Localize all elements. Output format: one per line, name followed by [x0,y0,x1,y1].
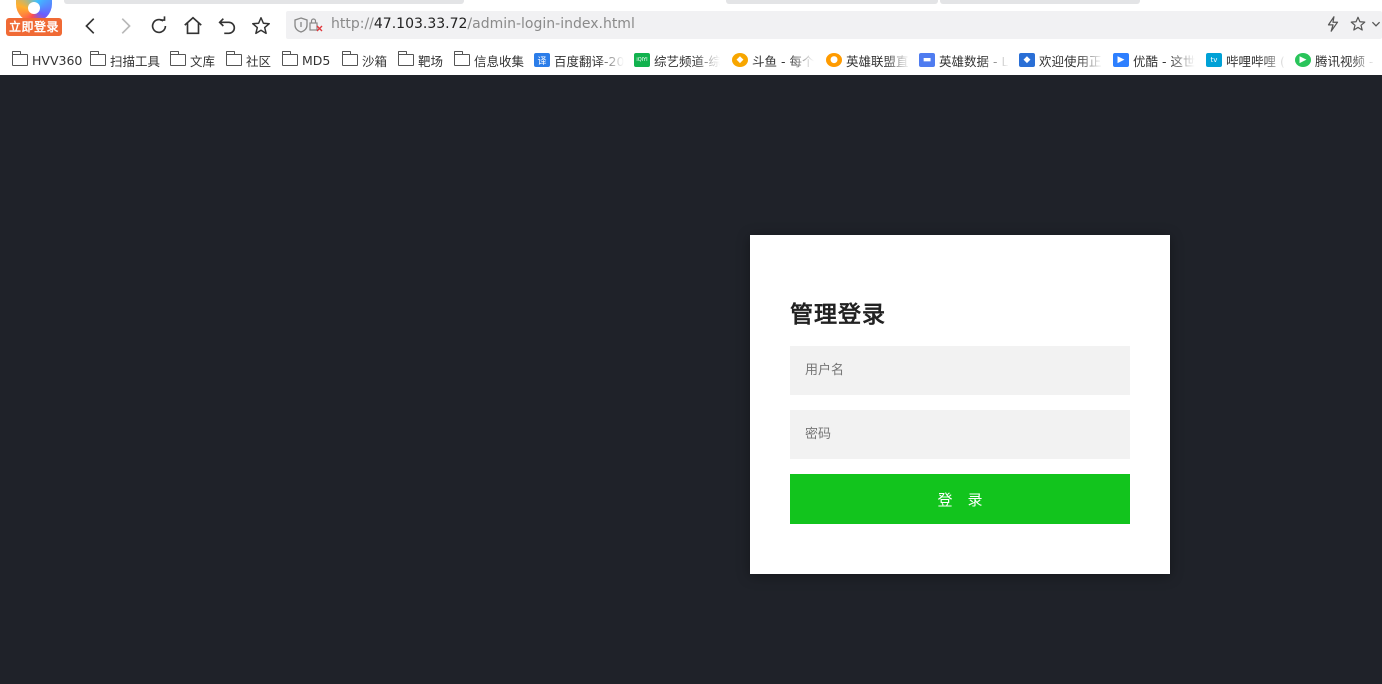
folder-icon [282,51,298,66]
bookmark-label: 腾讯视频 - [1315,53,1374,69]
bookmark-label: 哔哩哔哩 ( [1226,53,1285,69]
browser-toolbar: 立即登录 http://47.103.33.72/admin-login-ind… [0,0,1382,44]
lightning-icon[interactable] [1323,15,1343,35]
home-button[interactable] [180,12,206,40]
tab-inactive[interactable] [726,0,938,4]
iqiyi-icon: iQIYI [634,53,650,67]
back-button[interactable] [78,12,104,40]
tencent-video-icon: ▶ [1295,53,1311,67]
folder-icon [12,51,28,66]
url-text[interactable]: http://47.103.33.72/admin-login-index.ht… [331,16,635,32]
bookmark-link[interactable]: ◆ 欢迎使用正 [1019,50,1103,70]
bookmark-folder[interactable]: 扫描工具 [90,50,160,70]
browser-logo[interactable]: 立即登录 [6,0,64,46]
bookmark-label: 欢迎使用正 [1039,53,1102,69]
bookmark-link[interactable]: ● 英雄联盟直 [826,50,910,70]
login-button[interactable]: 登 录 [790,474,1130,524]
star-icon [252,17,270,35]
bilibili-icon: tv [1206,53,1222,67]
chevron-down-icon[interactable] [1370,15,1382,35]
url-host: 47.103.33.72 [373,16,468,32]
bookmark-folder[interactable]: 信息收集 [454,50,524,70]
bookmark-folder[interactable]: 沙箱 [342,50,387,70]
bookmark-label: 社区 [246,53,272,69]
bookmark-label: 综艺频道-综 [654,53,720,69]
bookmark-label: HVV360 [32,52,83,68]
lol-icon: ● [826,53,842,67]
douyu-icon: ◆ [732,53,748,67]
login-title: 管理登录 [790,302,886,328]
undo-close-tab-button[interactable] [214,12,240,40]
folder-icon [170,51,186,66]
bookmark-label: 文库 [190,53,216,69]
bookmark-link[interactable]: 译百度翻译-20 [534,50,624,70]
bookmark-label: 斗鱼 - 每个 [752,53,814,69]
bookmark-star-icon[interactable] [1348,15,1368,35]
bookmark-link[interactable]: ▶ 腾讯视频 - [1295,50,1375,70]
tab-inactive[interactable] [64,0,464,4]
reload-button[interactable] [146,12,172,40]
url-scheme: http:// [331,16,374,32]
bookmark-label: MD5 [302,52,331,68]
browser-chrome: 立即登录 http://47.103.33.72/admin-login-ind… [0,0,1382,75]
bookmark-link[interactable]: ▶ 优酷 - 这世 [1113,50,1195,70]
youku-icon: ▶ [1113,53,1129,67]
bookmark-label: 优酷 - 这世 [1133,53,1195,69]
bookmark-link[interactable]: tv 哔哩哔哩 ( [1206,50,1286,70]
password-input[interactable] [790,410,1130,459]
bookmark-label: 英雄联盟直 [846,53,909,69]
folder-icon [342,51,358,66]
forward-button[interactable] [112,12,138,40]
favorite-button[interactable] [248,12,274,40]
bookmark-label: 沙箱 [362,53,388,69]
bookmark-folder[interactable]: 社区 [226,50,271,70]
page-content: 管理登录 登 录 [0,75,1382,684]
shield-icon[interactable] [294,17,324,33]
folder-icon [226,51,242,66]
bookmark-folder[interactable]: 文库 [170,50,215,70]
home-icon [184,16,202,35]
bookmark-label: 扫描工具 [110,53,161,69]
login-card: 管理登录 登 录 [750,235,1170,574]
folder-icon [398,51,414,66]
tab-inactive[interactable] [940,0,1140,4]
bookmark-label: 英雄数据 - L [939,53,1009,69]
chevron-right-icon [121,18,131,34]
data-icon: ▬ [919,53,935,67]
url-path: /admin-login-index.html [467,16,635,32]
bookmark-label: 靶场 [418,53,444,69]
folder-icon [90,51,106,66]
bookmark-link[interactable]: ▬ 英雄数据 - L [919,50,1009,70]
tab-strip [0,0,1382,5]
login-now-badge[interactable]: 立即登录 [6,18,62,36]
folder-icon [454,51,470,66]
address-bar[interactable]: http://47.103.33.72/admin-login-index.ht… [286,11,1382,39]
reload-icon [151,16,167,34]
bookmark-link[interactable]: iQIYI 综艺频道-综 [634,50,720,70]
chevron-left-icon [85,18,95,34]
undo-icon [218,18,236,35]
bookmark-label: 信息收集 [474,53,525,69]
bookmark-folder[interactable]: 靶场 [398,50,443,70]
cube-icon: ◆ [1019,53,1035,67]
bookmark-label: 百度翻译-20 [554,53,624,69]
translate-icon: 译 [534,53,550,67]
bookmark-folder[interactable]: MD5 [282,50,330,70]
bookmark-folder[interactable]: HVV360 [12,50,82,70]
bookmark-link[interactable]: ◆ 斗鱼 - 每个 [732,50,814,70]
bookmarks-bar: HVV360 扫描工具 文库 社区 MD5 沙箱 靶场 信息收集 译百度翻译-2… [0,48,1382,72]
username-input[interactable] [790,346,1130,395]
